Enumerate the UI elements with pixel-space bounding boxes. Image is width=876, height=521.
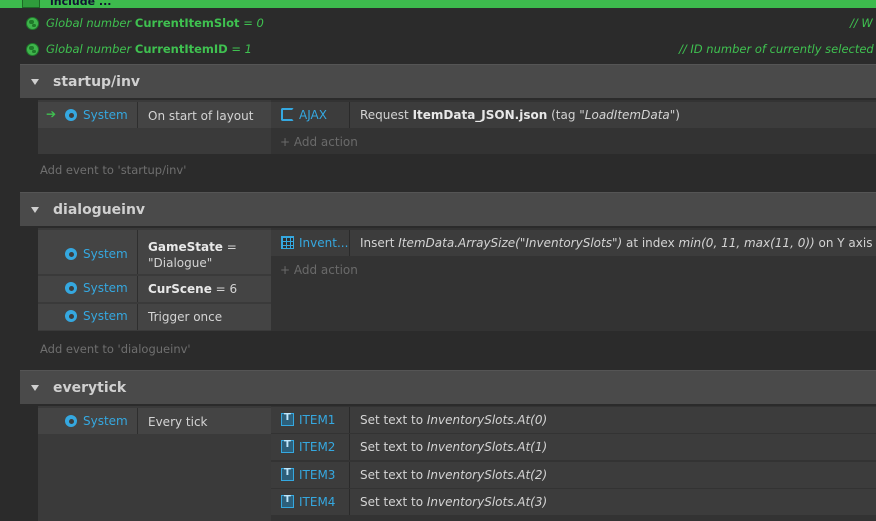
collapse-arrow-icon[interactable] [31, 384, 39, 391]
global-var-comment: // ID number of currently selected item [679, 42, 876, 56]
gear-icon [65, 109, 77, 121]
action-object[interactable]: ITEM4 [299, 495, 335, 509]
include-text: include ... [50, 0, 112, 8]
divider [137, 276, 138, 302]
divider [349, 489, 350, 515]
divider [349, 407, 350, 433]
conditions-column: System GameState = "Dialogue" System Cur… [38, 228, 271, 331]
divider [137, 304, 138, 330]
action-object[interactable]: ITEM3 [299, 468, 335, 482]
conditions-column: System Every tick [38, 406, 271, 521]
group-header-everytick[interactable]: everytick [20, 370, 876, 404]
action-text: Set text to InventorySlots.At(0) [360, 413, 548, 427]
event-block-dialogue[interactable]: System GameState = "Dialogue" System Cur… [38, 228, 876, 331]
action-text: Set text to InventorySlots.At(2) [360, 468, 548, 482]
global-var-currentitemid[interactable]: Global number CurrentItemID = 1 [26, 40, 252, 58]
condition-text: On start of layout [148, 109, 254, 123]
action-object[interactable]: ITEM1 [299, 413, 335, 427]
global-var-currentitemslot[interactable]: Global number CurrentItemSlot = 0 [26, 14, 264, 32]
add-action-link[interactable]: + Add action [280, 135, 358, 149]
action-row[interactable]: ITEM1 Set text to InventorySlots.At(0) [271, 407, 876, 433]
event-block-startup[interactable]: ➔ System On start of layout AJAX Request… [38, 100, 876, 154]
collapse-arrow-icon[interactable] [31, 206, 39, 213]
divider [349, 462, 350, 488]
condition-row[interactable]: System Every tick [38, 408, 271, 434]
condition-row[interactable]: System Trigger once [38, 304, 271, 330]
condition-object[interactable]: System [65, 414, 128, 428]
actions-column: AJAX Request ItemData_JSON.json (tag "Lo… [271, 100, 876, 154]
text-object-icon [281, 439, 294, 453]
action-text: Set text to InventorySlots.At(3) [360, 495, 548, 509]
add-event-link[interactable]: Add event to 'dialogueinv' [40, 342, 191, 356]
global-var-type: Global number [46, 16, 132, 30]
gear-icon [65, 415, 77, 427]
group-header-startup-inv[interactable]: startup/inv [20, 64, 876, 98]
global-var-type: Global number [46, 42, 132, 56]
add-action-link[interactable]: + Add action [280, 263, 358, 277]
group-name: startup/inv [53, 73, 141, 90]
divider [349, 102, 350, 128]
text-object-icon [281, 412, 294, 426]
action-object[interactable]: Invent... [299, 236, 348, 250]
include-icon [22, 0, 40, 8]
condition-text: CurScene = 6 [148, 282, 238, 296]
collapse-arrow-icon[interactable] [31, 78, 39, 85]
group-name: everytick [53, 379, 127, 396]
condition-row[interactable]: ➔ System On start of layout [38, 102, 271, 128]
action-text: Request ItemData_JSON.json (tag "LoadIte… [360, 108, 680, 122]
group-name: dialogueinv [53, 201, 146, 218]
divider [137, 408, 138, 434]
global-var-value: = 1 [231, 42, 252, 56]
condition-object[interactable]: System [65, 247, 128, 261]
text-object-icon [281, 494, 294, 508]
global-var-name: CurrentItemID [134, 42, 228, 56]
condition-text: Trigger once [148, 310, 223, 324]
actions-column: Invent... Insert ItemData.ArraySize("Inv… [271, 228, 876, 331]
action-text: Set text to InventorySlots.At(1) [360, 440, 548, 454]
event-block-everytick[interactable]: System Every tick ITEM1 Set text to Inve… [38, 406, 876, 521]
action-object[interactable]: AJAX [299, 108, 327, 122]
include-row[interactable]: include ... [0, 0, 876, 8]
condition-row[interactable]: System GameState = "Dialogue" [38, 230, 271, 274]
ajax-icon [281, 108, 294, 121]
conditions-column: ➔ System On start of layout [38, 100, 271, 154]
globe-icon [26, 42, 39, 56]
actions-column: ITEM1 Set text to InventorySlots.At(0) I… [271, 406, 876, 521]
divider [349, 230, 350, 256]
group-header-dialogueinv[interactable]: dialogueinv [20, 192, 876, 226]
global-var-value: = 0 [243, 16, 264, 30]
condition-object[interactable]: System [65, 281, 128, 295]
action-row[interactable]: Invent... Insert ItemData.ArraySize("Inv… [271, 230, 876, 256]
divider [137, 102, 138, 128]
gear-icon [65, 248, 77, 260]
trigger-arrow-icon: ➔ [46, 107, 57, 121]
condition-object[interactable]: System [65, 309, 128, 323]
action-row[interactable]: AJAX Request ItemData_JSON.json (tag "Lo… [271, 102, 876, 128]
globe-icon [26, 16, 39, 30]
action-object[interactable]: ITEM2 [299, 440, 335, 454]
action-text: Insert ItemData.ArraySize("InventorySlot… [360, 236, 873, 250]
divider [349, 434, 350, 460]
condition-object[interactable]: System [65, 108, 128, 122]
condition-text: GameState = "Dialogue" [148, 240, 237, 270]
divider [137, 230, 138, 274]
global-var-comment: // W [850, 16, 873, 30]
action-row[interactable]: ITEM3 Set text to InventorySlots.At(2) [271, 462, 876, 488]
text-object-icon [281, 467, 294, 481]
action-row[interactable]: ITEM4 Set text to InventorySlots.At(3) [271, 489, 876, 515]
gear-icon [65, 282, 77, 294]
condition-row[interactable]: System CurScene = 6 [38, 276, 271, 302]
global-var-name: CurrentItemSlot [134, 16, 240, 30]
gear-icon [65, 310, 77, 322]
add-event-link[interactable]: Add event to 'startup/inv' [40, 163, 186, 177]
condition-text: Every tick [148, 415, 208, 429]
array-grid-icon [281, 236, 294, 249]
action-row[interactable]: ITEM2 Set text to InventorySlots.At(1) [271, 434, 876, 460]
